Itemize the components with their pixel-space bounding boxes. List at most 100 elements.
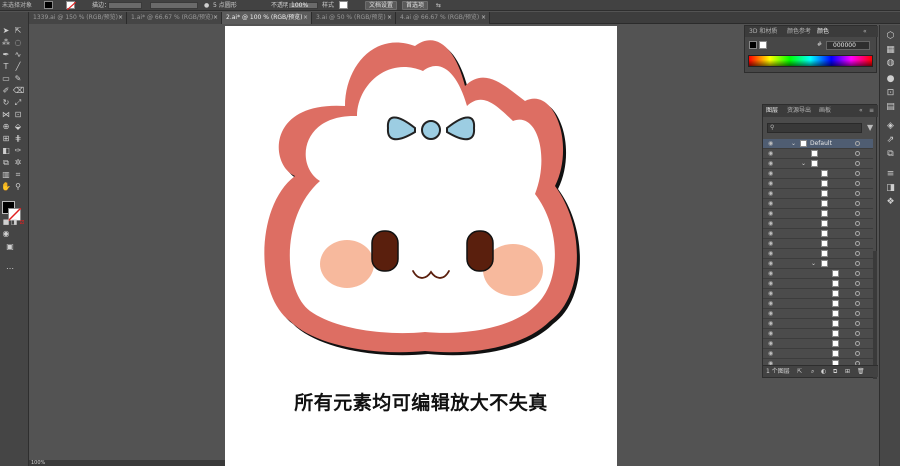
- visibility-eye-icon[interactable]: ◉: [768, 271, 774, 277]
- tab-color[interactable]: 颜色: [817, 26, 829, 37]
- visibility-eye-icon[interactable]: ◉: [768, 221, 774, 227]
- visibility-eye-icon[interactable]: ◉: [768, 241, 774, 247]
- width-tool-icon[interactable]: ⋈: [1, 110, 11, 120]
- close-icon[interactable]: ×: [387, 12, 392, 24]
- layer-row[interactable]: ◉: [763, 239, 873, 249]
- rectangle-tool-icon[interactable]: ▭: [1, 74, 11, 84]
- tab-1[interactable]: 1.ai* @ 66.67 % (RGB/预览) ×: [127, 12, 222, 24]
- visibility-eye-icon[interactable]: ◉: [768, 211, 774, 217]
- tab-artboards[interactable]: 画板: [819, 105, 831, 117]
- layer-row[interactable]: ◉: [763, 279, 873, 289]
- perspective-grid-tool-icon[interactable]: ⊞: [1, 134, 11, 144]
- tab-2[interactable]: 2.ai* @ 100 % (RGB/预览) ×: [222, 12, 312, 24]
- target-circle-icon[interactable]: [855, 251, 860, 256]
- layer-row-default[interactable]: ◉ ⌄ Default: [763, 139, 873, 149]
- target-circle-icon[interactable]: [855, 181, 860, 186]
- visibility-eye-icon[interactable]: ◉: [768, 341, 774, 347]
- scale-tool-icon[interactable]: ⤢: [13, 98, 23, 108]
- export-icon[interactable]: ⇱: [797, 366, 802, 378]
- layer-name[interactable]: Default: [810, 139, 832, 149]
- color-guide-icon[interactable]: ▦: [885, 45, 896, 56]
- tab-4[interactable]: 4.ai @ 66.67 % (RGB/预览) ×: [396, 12, 490, 24]
- tab-1339[interactable]: 1339.ai @ 150 % (RGB/预览) ×: [29, 12, 127, 24]
- layer-row[interactable]: ◉: [763, 209, 873, 219]
- tab-color-guide[interactable]: 颜色参考: [787, 26, 811, 37]
- hand-tool-icon[interactable]: ✋: [1, 182, 11, 192]
- panel-stroke-swatch[interactable]: [759, 41, 767, 49]
- locate-object-icon[interactable]: ⌕: [811, 366, 814, 378]
- selection-tool-icon[interactable]: ➤: [1, 26, 11, 36]
- line-tool-icon[interactable]: ╱: [13, 62, 23, 72]
- 3d-materials-icon[interactable]: ⬡: [885, 31, 896, 42]
- panel-menu-icon[interactable]: ≡: [869, 105, 874, 117]
- layer-row[interactable]: ◉: [763, 199, 873, 209]
- artboards-icon[interactable]: ⧉: [885, 149, 896, 160]
- target-circle-icon[interactable]: [855, 161, 860, 166]
- target-circle-icon[interactable]: [855, 141, 860, 146]
- stroke-color-swatch[interactable]: [66, 1, 76, 10]
- arrange-icon[interactable]: ⇆: [436, 0, 441, 11]
- target-circle-icon[interactable]: [855, 341, 860, 346]
- draw-mode-icon[interactable]: ◉: [1, 229, 11, 239]
- close-icon[interactable]: ×: [303, 12, 308, 24]
- document-setup-button[interactable]: 文档设置: [365, 1, 398, 10]
- layer-row[interactable]: ◉: [763, 169, 873, 179]
- visibility-eye-icon[interactable]: ◉: [768, 291, 774, 297]
- target-circle-icon[interactable]: [855, 171, 860, 176]
- visibility-eye-icon[interactable]: ◉: [768, 161, 774, 167]
- chevron-down-icon[interactable]: ⌄: [791, 139, 796, 149]
- layer-row[interactable]: ◉: [763, 319, 873, 329]
- layer-row[interactable]: ◉: [763, 289, 873, 299]
- screen-mode-icon[interactable]: ▣: [5, 242, 15, 252]
- properties-icon[interactable]: ⊡: [885, 88, 896, 99]
- new-layer-icon[interactable]: ⊞: [845, 366, 850, 378]
- mesh-tool-icon[interactable]: ⋕: [13, 134, 23, 144]
- chevron-down-icon[interactable]: ⌄: [801, 159, 806, 169]
- target-circle-icon[interactable]: [855, 271, 860, 276]
- layer-row[interactable]: ◉: [763, 269, 873, 279]
- layer-row[interactable]: ◉: [763, 349, 873, 359]
- color-spectrum[interactable]: [748, 55, 873, 67]
- visibility-eye-icon[interactable]: ◉: [768, 311, 774, 317]
- shape-builder-tool-icon[interactable]: ⊕: [1, 122, 11, 132]
- target-circle-icon[interactable]: [855, 311, 860, 316]
- tab-layers[interactable]: 图层: [766, 105, 778, 117]
- target-circle-icon[interactable]: [855, 221, 860, 226]
- preferences-button[interactable]: 首选项: [402, 1, 429, 10]
- tab-3[interactable]: 3.ai @ 50 % (RGB/预览) ×: [312, 12, 396, 24]
- visibility-eye-icon[interactable]: ◉: [768, 351, 774, 357]
- none-mode-icon[interactable]: ⧄: [17, 217, 27, 227]
- layer-row[interactable]: ◉: [763, 309, 873, 319]
- variable-width-field[interactable]: [150, 2, 198, 9]
- asset-export-icon[interactable]: ⇗: [885, 135, 896, 146]
- appearance-icon[interactable]: ●: [885, 74, 896, 85]
- target-circle-icon[interactable]: [855, 151, 860, 156]
- free-transform-tool-icon[interactable]: ⊡: [13, 110, 23, 120]
- visibility-eye-icon[interactable]: ◉: [768, 191, 774, 197]
- symbol-sprayer-tool-icon[interactable]: ✲: [13, 158, 23, 168]
- blend-tool-icon[interactable]: ⧉: [1, 158, 11, 168]
- visibility-eye-icon[interactable]: ◉: [768, 171, 774, 177]
- libraries-icon[interactable]: ▤: [885, 102, 896, 113]
- brush-label[interactable]: 5 点圆形: [213, 0, 237, 11]
- chevron-down-icon[interactable]: ⌄: [811, 259, 816, 269]
- visibility-eye-icon[interactable]: ◉: [768, 231, 774, 237]
- visibility-eye-icon[interactable]: ◉: [768, 301, 774, 307]
- zoom-level[interactable]: 100%: [31, 460, 45, 466]
- artboard-tool-icon[interactable]: ⌗: [13, 170, 23, 180]
- target-circle-icon[interactable]: [855, 321, 860, 326]
- target-circle-icon[interactable]: [855, 331, 860, 336]
- visibility-eye-icon[interactable]: ◉: [768, 151, 774, 157]
- visibility-eye-icon[interactable]: ◉: [768, 141, 774, 147]
- style-swatch[interactable]: [339, 1, 348, 9]
- delete-layer-icon[interactable]: 🗑: [857, 366, 865, 378]
- shaper-tool-icon[interactable]: ✐: [1, 86, 11, 96]
- visibility-eye-icon[interactable]: ◉: [768, 201, 774, 207]
- stroke-weight-field[interactable]: [108, 2, 142, 9]
- zoom-tool-icon[interactable]: ⚲: [13, 182, 23, 192]
- visibility-eye-icon[interactable]: ◉: [768, 261, 774, 267]
- target-circle-icon[interactable]: [855, 301, 860, 306]
- live-paint-tool-icon[interactable]: ⬙: [13, 122, 23, 132]
- fill-color-swatch[interactable]: [44, 1, 53, 9]
- curvature-tool-icon[interactable]: ∿: [13, 50, 23, 60]
